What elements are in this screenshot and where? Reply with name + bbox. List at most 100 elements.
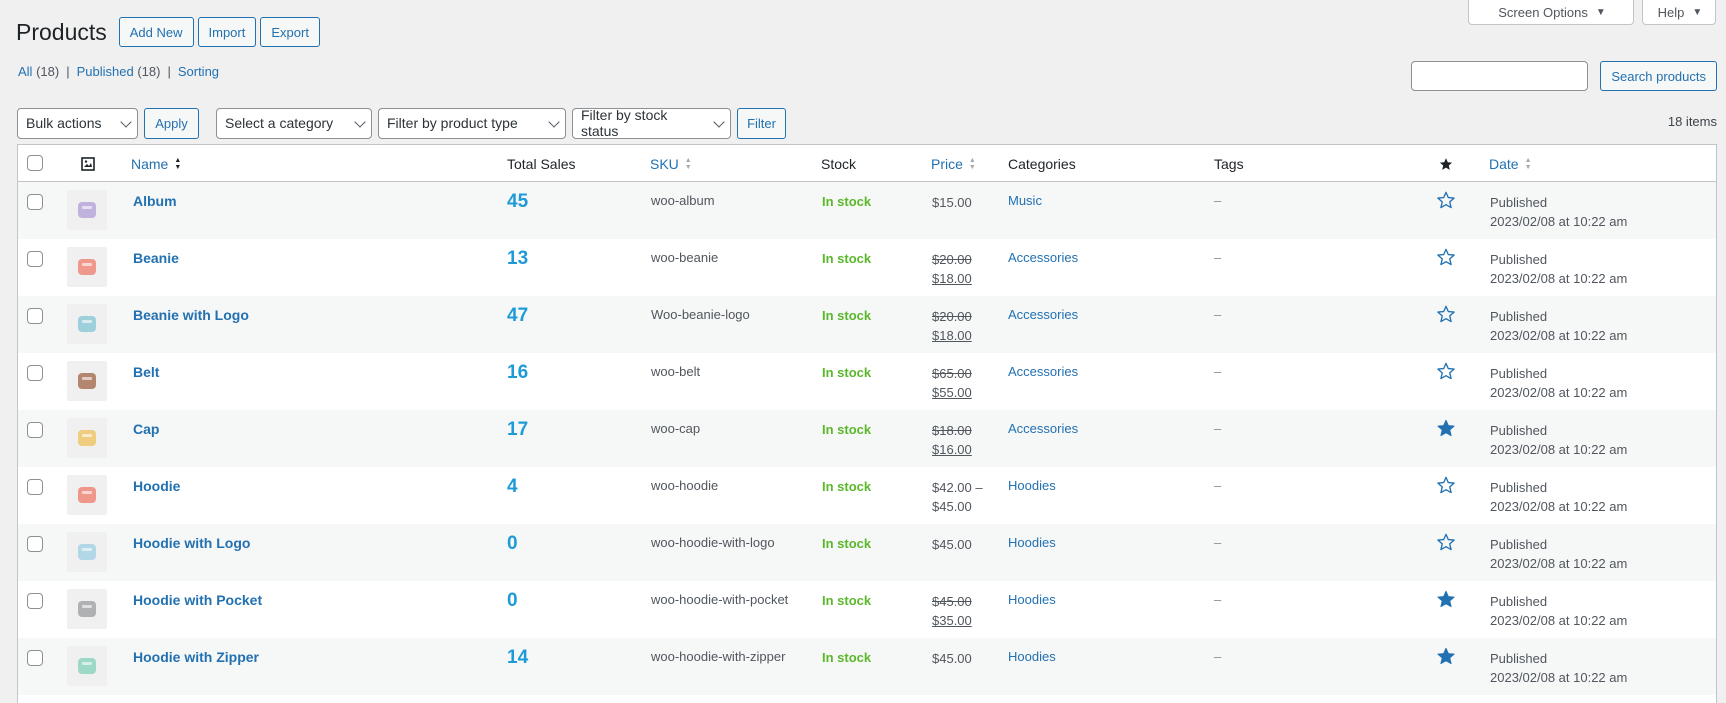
view-published[interactable]: Published (18) xyxy=(77,64,161,79)
product-name-link[interactable]: Hoodie with Logo xyxy=(133,535,250,551)
category-link[interactable]: Accessories xyxy=(1008,250,1078,265)
beanie-logo-icon[interactable] xyxy=(67,304,107,344)
category-link[interactable]: Accessories xyxy=(1008,307,1078,322)
stock-status-select[interactable]: Filter by stock status xyxy=(572,107,731,139)
featured-star-icon[interactable] xyxy=(1436,247,1456,270)
screen-meta-links: Screen Options ▼ Help ▼ xyxy=(1468,0,1716,25)
cap-icon[interactable] xyxy=(67,418,107,458)
publish-date: 2023/02/08 at 10:22 am xyxy=(1490,442,1628,457)
row-checkbox[interactable] xyxy=(27,479,43,495)
category-link[interactable]: Hoodies xyxy=(1008,535,1056,550)
bulk-actions-select[interactable]: Bulk actions xyxy=(17,107,138,139)
page-header: Products Add New Import Export xyxy=(16,16,320,48)
export-button[interactable]: Export xyxy=(260,17,320,47)
select-all-checkbox[interactable] xyxy=(27,155,43,171)
date-value: Published 2023/02/08 at 10:22 am xyxy=(1490,478,1627,516)
tags-value: – xyxy=(1214,307,1222,322)
column-date[interactable]: Date ▲ ▼ xyxy=(1489,145,1532,182)
publish-status: Published xyxy=(1490,252,1548,267)
featured-star-icon[interactable] xyxy=(1436,304,1456,327)
table-row: Belt 16 woo-belt In stock $65.00 $55.00 A… xyxy=(18,353,1716,410)
category-link[interactable]: Music xyxy=(1008,193,1042,208)
hoodie-zipper-icon[interactable] xyxy=(67,646,107,686)
column-price[interactable]: Price ▲ ▼ xyxy=(931,145,976,182)
featured-star-icon[interactable] xyxy=(1436,190,1456,213)
column-tags: Tags xyxy=(1214,155,1244,172)
regular-price: $42.00 – xyxy=(932,480,983,495)
row-checkbox[interactable] xyxy=(27,308,43,324)
help-label: Help xyxy=(1657,4,1685,20)
product-name-link[interactable]: Hoodie with Zipper xyxy=(133,649,259,665)
category-link[interactable]: Hoodies xyxy=(1008,649,1056,664)
view-separator: | xyxy=(167,64,171,79)
search-products-button[interactable]: Search products xyxy=(1600,61,1717,91)
view-sorting[interactable]: Sorting xyxy=(178,64,219,79)
category-link[interactable]: Accessories xyxy=(1008,364,1078,379)
featured-star-icon[interactable] xyxy=(1436,589,1456,612)
sku-value: woo-hoodie-with-logo xyxy=(651,535,775,550)
featured-star-icon[interactable] xyxy=(1436,418,1456,441)
screen-options-button[interactable]: Screen Options ▼ xyxy=(1468,0,1634,25)
column-price-label: Price xyxy=(931,155,963,172)
regular-price: $45.00 xyxy=(932,594,972,609)
import-button[interactable]: Import xyxy=(197,17,257,47)
price-value: $42.00 – $45.00 xyxy=(932,478,983,516)
product-name-link[interactable]: Album xyxy=(133,193,177,209)
regular-price: $45.00 xyxy=(932,537,972,552)
filter-button[interactable]: Filter xyxy=(737,107,786,139)
featured-star-icon[interactable] xyxy=(1436,532,1456,555)
help-button[interactable]: Help ▼ xyxy=(1642,0,1716,25)
column-name[interactable]: Name ▲ ▼ xyxy=(131,145,181,182)
publish-date: 2023/02/08 at 10:22 am xyxy=(1490,328,1628,343)
date-value: Published 2023/02/08 at 10:22 am xyxy=(1490,193,1627,231)
beanie-icon[interactable] xyxy=(67,247,107,287)
total-sales-value: 0 xyxy=(507,533,518,554)
column-sku[interactable]: SKU ▲ ▼ xyxy=(650,145,692,182)
belt-icon[interactable] xyxy=(67,361,107,401)
sku-value: woo-cap xyxy=(651,421,701,436)
row-checkbox[interactable] xyxy=(27,593,43,609)
stock-status-value: Filter by stock status xyxy=(581,107,668,139)
category-select[interactable]: Select a category xyxy=(216,107,372,139)
hoodie-pocket-icon[interactable] xyxy=(67,589,107,629)
product-name-link[interactable]: Belt xyxy=(133,364,159,380)
sku-value: woo-beanie xyxy=(651,250,719,265)
category-link[interactable]: Hoodies xyxy=(1008,592,1056,607)
row-checkbox[interactable] xyxy=(27,194,43,210)
product-name-link[interactable]: Cap xyxy=(133,421,159,437)
product-name-link[interactable]: Beanie xyxy=(133,250,179,266)
products-table: Name ▲ ▼ Total Sales SKU ▲ ▼ Stock Price ▲… xyxy=(17,144,1717,703)
product-name-link[interactable]: Hoodie xyxy=(133,478,180,494)
featured-star-icon[interactable] xyxy=(1436,475,1456,498)
date-value: Published 2023/02/08 at 10:22 am xyxy=(1490,535,1627,573)
tags-value: – xyxy=(1214,649,1222,664)
search-input[interactable] xyxy=(1411,61,1589,91)
table-row: Beanie 13 woo-beanie In stock $20.00 $18.… xyxy=(18,239,1716,296)
hoodie-logo-icon[interactable] xyxy=(67,532,107,572)
add-new-button[interactable]: Add New xyxy=(118,17,194,47)
table-row: Beanie with Logo 47 Woo-beanie-logo In s… xyxy=(18,296,1716,353)
publish-date: 2023/02/08 at 10:22 am xyxy=(1490,385,1628,400)
view-all[interactable]: All (18) xyxy=(18,64,59,79)
category-link[interactable]: Hoodies xyxy=(1008,478,1056,493)
hoodie-icon[interactable] xyxy=(67,475,107,515)
category-link[interactable]: Accessories xyxy=(1008,421,1078,436)
price-value: $20.00 $18.00 xyxy=(932,307,972,345)
stock-status: In stock xyxy=(822,365,872,380)
product-name-link[interactable]: Hoodie with Pocket xyxy=(133,592,262,608)
product-type-select[interactable]: Filter by product type xyxy=(378,107,566,139)
featured-star-icon[interactable] xyxy=(1436,646,1456,669)
price-value: $15.00 xyxy=(932,193,972,212)
row-checkbox[interactable] xyxy=(27,251,43,267)
row-checkbox[interactable] xyxy=(27,650,43,666)
row-checkbox[interactable] xyxy=(27,365,43,381)
sku-value: woo-hoodie-with-pocket xyxy=(651,592,789,607)
product-name-link[interactable]: Beanie with Logo xyxy=(133,307,249,323)
column-name-label: Name xyxy=(131,155,169,172)
row-checkbox[interactable] xyxy=(27,536,43,552)
album-icon[interactable] xyxy=(67,190,107,230)
column-categories: Categories xyxy=(1008,155,1076,172)
row-checkbox[interactable] xyxy=(27,422,43,438)
apply-button[interactable]: Apply xyxy=(144,107,199,139)
featured-star-icon[interactable] xyxy=(1436,361,1456,384)
